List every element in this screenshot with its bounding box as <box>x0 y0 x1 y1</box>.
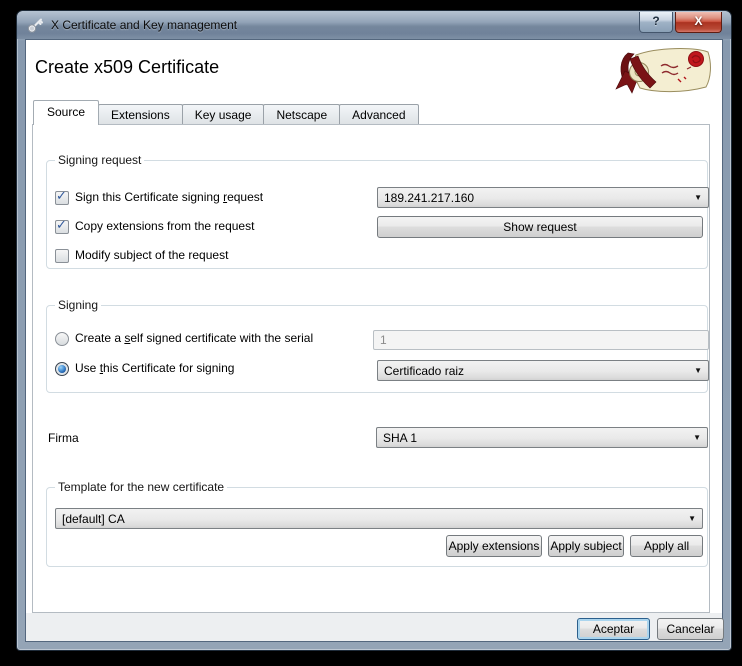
tab-source[interactable]: Source <box>33 100 99 125</box>
signing-request-group-label: Signing request <box>55 153 144 167</box>
help-icon: ? <box>652 14 659 28</box>
dropdown-arrow-icon: ▼ <box>694 194 702 202</box>
accept-button[interactable]: Aceptar <box>577 618 650 640</box>
help-button[interactable]: ? <box>639 12 673 33</box>
xca-scroll-logo <box>614 43 716 101</box>
signing-ca-select[interactable]: Certificado raiz ▼ <box>377 360 709 381</box>
dialog-content: Create x509 Certificate Source Extension… <box>25 39 723 642</box>
screen-background: { "window": { "title": "X Certificate an… <box>0 0 742 666</box>
modify-subject-label: Modify subject of the request <box>75 248 228 262</box>
signing-request-group: Signing request ✓ Sign this Certificate … <box>46 160 708 269</box>
tab-panel-source: Signing request ✓ Sign this Certificate … <box>32 124 710 613</box>
checkmark-icon: ✓ <box>56 188 67 204</box>
close-icon: X <box>694 14 702 28</box>
signature-algorithm-select[interactable]: SHA 1 ▼ <box>376 427 708 448</box>
checkmark-icon: ✓ <box>56 217 67 233</box>
template-select[interactable]: [default] CA ▼ <box>55 508 703 529</box>
signing-group: Signing Create a self signed certificate… <box>46 305 708 393</box>
key-icon <box>27 17 44 34</box>
tab-netscape[interactable]: Netscape <box>263 104 340 125</box>
dropdown-arrow-icon: ▼ <box>694 367 702 375</box>
template-group: Template for the new certificate [defaul… <box>46 487 708 567</box>
apply-subject-button[interactable]: Apply subject <box>548 535 624 557</box>
signature-label: Firma <box>48 431 79 445</box>
tab-bar: Source Extensions Key usage Netscape Adv… <box>33 101 418 125</box>
window-title: X Certificate and Key management <box>51 18 237 32</box>
tab-advanced[interactable]: Advanced <box>339 104 418 125</box>
copy-extensions-label: Copy extensions from the request <box>75 219 254 233</box>
dropdown-arrow-icon: ▼ <box>688 515 696 523</box>
page-title: Create x509 Certificate <box>35 57 219 78</box>
dropdown-arrow-icon: ▼ <box>693 434 701 442</box>
show-request-button[interactable]: Show request <box>377 216 703 238</box>
self-signed-radio[interactable] <box>55 332 69 346</box>
sign-csr-label: Sign this Certificate signing request <box>75 190 263 204</box>
tab-extensions[interactable]: Extensions <box>98 104 183 125</box>
self-signed-label: Create a self signed certificate with th… <box>75 331 313 345</box>
sign-csr-checkbox[interactable]: ✓ <box>55 191 69 205</box>
close-button[interactable]: X <box>675 12 722 33</box>
template-group-label: Template for the new certificate <box>55 480 227 494</box>
serial-input[interactable] <box>373 330 709 350</box>
signing-group-label: Signing <box>55 298 101 312</box>
tab-key-usage[interactable]: Key usage <box>182 104 265 125</box>
caption-buttons: ? X <box>639 12 722 33</box>
button-row: Aceptar Cancelar <box>26 613 722 641</box>
apply-all-button[interactable]: Apply all <box>630 535 703 557</box>
apply-extensions-button[interactable]: Apply extensions <box>446 535 542 557</box>
csr-select[interactable]: 189.241.217.160 ▼ <box>377 187 709 208</box>
use-certificate-label: Use this Certificate for signing <box>75 361 234 375</box>
cancel-button[interactable]: Cancelar <box>657 618 724 640</box>
use-certificate-radio[interactable] <box>55 362 69 376</box>
title-bar[interactable]: X Certificate and Key management ? X <box>17 11 731 39</box>
modify-subject-checkbox[interactable] <box>55 249 69 263</box>
copy-extensions-checkbox[interactable]: ✓ <box>55 220 69 234</box>
dialog-window: X Certificate and Key management ? X Cre… <box>16 10 732 651</box>
